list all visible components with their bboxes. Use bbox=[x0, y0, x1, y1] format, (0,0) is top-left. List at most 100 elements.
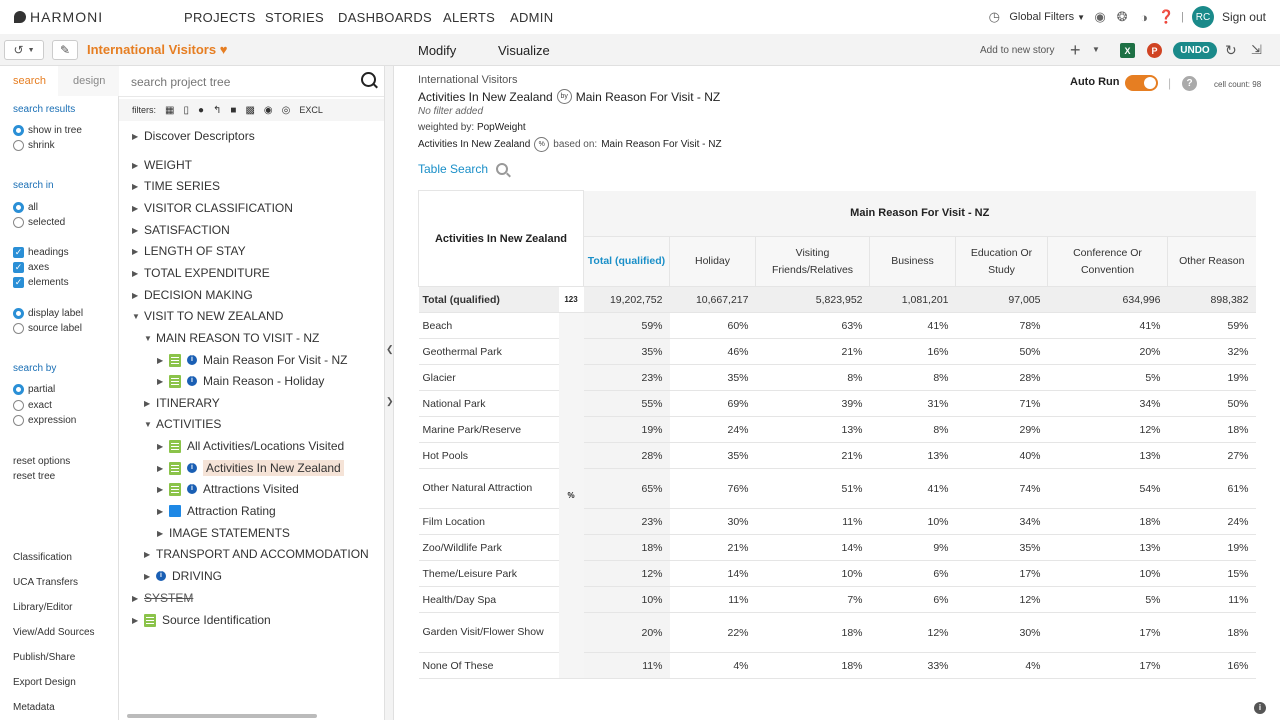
expression-option[interactable]: expression bbox=[13, 415, 76, 426]
brain-icon[interactable]: ❂ bbox=[1115, 9, 1129, 24]
row-label[interactable]: Health/Day Spa bbox=[418, 586, 559, 613]
avatar[interactable]: RC bbox=[1191, 6, 1214, 28]
plus-icon[interactable]: + bbox=[1070, 40, 1081, 61]
heart-icon[interactable]: ♥ bbox=[220, 42, 228, 57]
help-icon[interactable]: ? bbox=[1182, 76, 1197, 91]
tree-node[interactable]: ▶ Source Identification bbox=[132, 610, 271, 630]
table-cell[interactable]: 30% bbox=[955, 612, 1048, 653]
visualize-tab[interactable]: Visualize bbox=[498, 43, 550, 58]
table-cell[interactable]: 76% bbox=[669, 468, 756, 509]
table-cell[interactable]: 9% bbox=[869, 534, 956, 561]
table-cell[interactable]: 12% bbox=[955, 586, 1048, 613]
classification-link[interactable]: Classification bbox=[13, 552, 72, 563]
auto-run-toggle[interactable] bbox=[1125, 75, 1158, 91]
search-in-all-option[interactable]: all bbox=[13, 202, 38, 213]
source-label-option[interactable]: source label bbox=[13, 323, 82, 334]
table-cell[interactable]: 17% bbox=[955, 560, 1048, 587]
search-icon[interactable] bbox=[361, 72, 376, 87]
table-cell[interactable]: 4% bbox=[955, 652, 1048, 679]
column-header[interactable]: Holiday bbox=[669, 236, 756, 287]
table-cell[interactable]: 19% bbox=[1167, 364, 1256, 391]
table-cell[interactable]: 4% bbox=[669, 652, 756, 679]
tree-node[interactable]: ▶ All Activities/Locations Visited bbox=[157, 436, 344, 456]
tree-node[interactable]: ▶ DECISION MAKING bbox=[132, 285, 253, 305]
table-cell[interactable]: 60% bbox=[669, 312, 756, 339]
info-icon[interactable]: i bbox=[1254, 702, 1266, 714]
publish-share-link[interactable]: Publish/Share bbox=[13, 652, 75, 663]
table-cell[interactable]: 61% bbox=[1167, 468, 1256, 509]
sign-out-link[interactable]: Sign out bbox=[1222, 10, 1266, 24]
chevron-right-icon[interactable]: ❯ bbox=[386, 396, 394, 407]
column-header[interactable]: Other Reason bbox=[1167, 236, 1256, 287]
axes-checkbox[interactable]: ✓ axes bbox=[13, 262, 49, 273]
tree-node-expanded[interactable]: ▼ ACTIVITIES bbox=[144, 414, 221, 434]
table-cell[interactable]: 8% bbox=[755, 364, 870, 391]
row-label[interactable]: Glacier bbox=[418, 364, 559, 391]
expand-arrow-icon[interactable]: ▶ bbox=[144, 399, 156, 408]
table-cell[interactable]: 18% bbox=[755, 612, 870, 653]
table-cell[interactable]: 41% bbox=[869, 468, 956, 509]
expand-arrow-icon[interactable]: ▶ bbox=[132, 226, 144, 235]
tab-design[interactable]: design bbox=[73, 75, 105, 87]
expand-arrow-icon[interactable]: ▶ bbox=[132, 182, 144, 191]
info-icon[interactable]: i bbox=[187, 376, 197, 386]
library-editor-link[interactable]: Library/Editor bbox=[13, 602, 72, 613]
table-cell[interactable]: 634,996 bbox=[1047, 286, 1168, 313]
export-design-link[interactable]: Export Design bbox=[13, 677, 76, 688]
show-in-tree-option[interactable]: show in tree bbox=[13, 125, 82, 136]
row-label[interactable]: Other Natural Attraction bbox=[418, 468, 559, 509]
table-cell[interactable]: 27% bbox=[1167, 442, 1256, 469]
tree-node[interactable]: ▶ i DRIVING bbox=[144, 566, 222, 586]
table-cell[interactable]: 21% bbox=[755, 338, 870, 365]
table-cell[interactable]: 71% bbox=[955, 390, 1048, 417]
table-cell[interactable]: 65% bbox=[583, 468, 670, 509]
expand-arrow-icon[interactable]: ▶ bbox=[157, 442, 169, 451]
info-icon[interactable]: i bbox=[156, 571, 166, 581]
table-cell[interactable]: 19% bbox=[1167, 534, 1256, 561]
reset-options-link[interactable]: reset options bbox=[13, 456, 70, 467]
table-cell[interactable]: 5% bbox=[1047, 364, 1168, 391]
grid-filter-icon[interactable]: ▦ bbox=[165, 105, 174, 116]
table-search[interactable]: Table Search bbox=[418, 162, 509, 176]
expand-arrow-icon[interactable]: ▶ bbox=[132, 291, 144, 300]
uca-transfers-link[interactable]: UCA Transfers bbox=[13, 577, 78, 588]
row-label[interactable]: Zoo/Wildlife Park bbox=[418, 534, 559, 561]
basedon-variable[interactable]: Activities In New Zealand bbox=[418, 139, 530, 150]
table-cell[interactable]: 7% bbox=[755, 586, 870, 613]
row-label[interactable]: Theme/Leisure Park bbox=[418, 560, 559, 587]
exact-option[interactable]: exact bbox=[13, 400, 52, 411]
tree-node[interactable]: ▶ i Main Reason - Holiday bbox=[157, 371, 324, 391]
nav-projects[interactable]: PROJECTS bbox=[184, 10, 256, 25]
table-cell[interactable]: 78% bbox=[955, 312, 1048, 339]
table-cell[interactable]: 8% bbox=[869, 364, 956, 391]
search-in-selected-option[interactable]: selected bbox=[13, 217, 65, 228]
tree-node[interactable]: ▶ VISITOR CLASSIFICATION bbox=[132, 198, 293, 218]
table-cell[interactable]: 6% bbox=[869, 586, 956, 613]
table-cell[interactable]: 50% bbox=[955, 338, 1048, 365]
nav-alerts[interactable]: ALERTS bbox=[443, 10, 495, 25]
table-cell[interactable]: 8% bbox=[869, 416, 956, 443]
hide-icon[interactable]: ◎ bbox=[282, 105, 291, 116]
table-cell[interactable]: 17% bbox=[1047, 652, 1168, 679]
row-label[interactable]: Film Location bbox=[418, 508, 559, 535]
table-cell[interactable]: 11% bbox=[669, 586, 756, 613]
search-input[interactable] bbox=[131, 72, 351, 92]
table-cell[interactable]: 18% bbox=[1047, 508, 1168, 535]
collapse-arrow-icon[interactable]: ▼ bbox=[132, 312, 144, 321]
table-cell[interactable]: 21% bbox=[669, 534, 756, 561]
table-cell[interactable]: 10% bbox=[755, 560, 870, 587]
row-label[interactable]: Hot Pools bbox=[418, 442, 559, 469]
tree-node[interactable]: ▶ Attraction Rating bbox=[157, 501, 276, 521]
table-cell[interactable]: 16% bbox=[869, 338, 956, 365]
tree-node[interactable]: ▶ LENGTH OF STAY bbox=[132, 241, 246, 261]
table-cell[interactable]: 29% bbox=[955, 416, 1048, 443]
table-cell[interactable]: 10,667,217 bbox=[669, 286, 756, 313]
column-filter-icon[interactable]: ▯ bbox=[183, 105, 189, 116]
tree-node[interactable]: ▶ ITINERARY bbox=[144, 393, 220, 413]
tree-node[interactable]: ▶ i Main Reason For Visit - NZ bbox=[157, 350, 348, 370]
basedon-value[interactable]: Main Reason For Visit - NZ bbox=[601, 139, 721, 150]
tree-node[interactable]: ▶ i Attractions Visited bbox=[157, 479, 299, 499]
excel-export-icon[interactable]: X bbox=[1120, 43, 1135, 58]
table-cell[interactable]: 59% bbox=[1167, 312, 1256, 339]
table-cell[interactable]: 54% bbox=[1047, 468, 1168, 509]
